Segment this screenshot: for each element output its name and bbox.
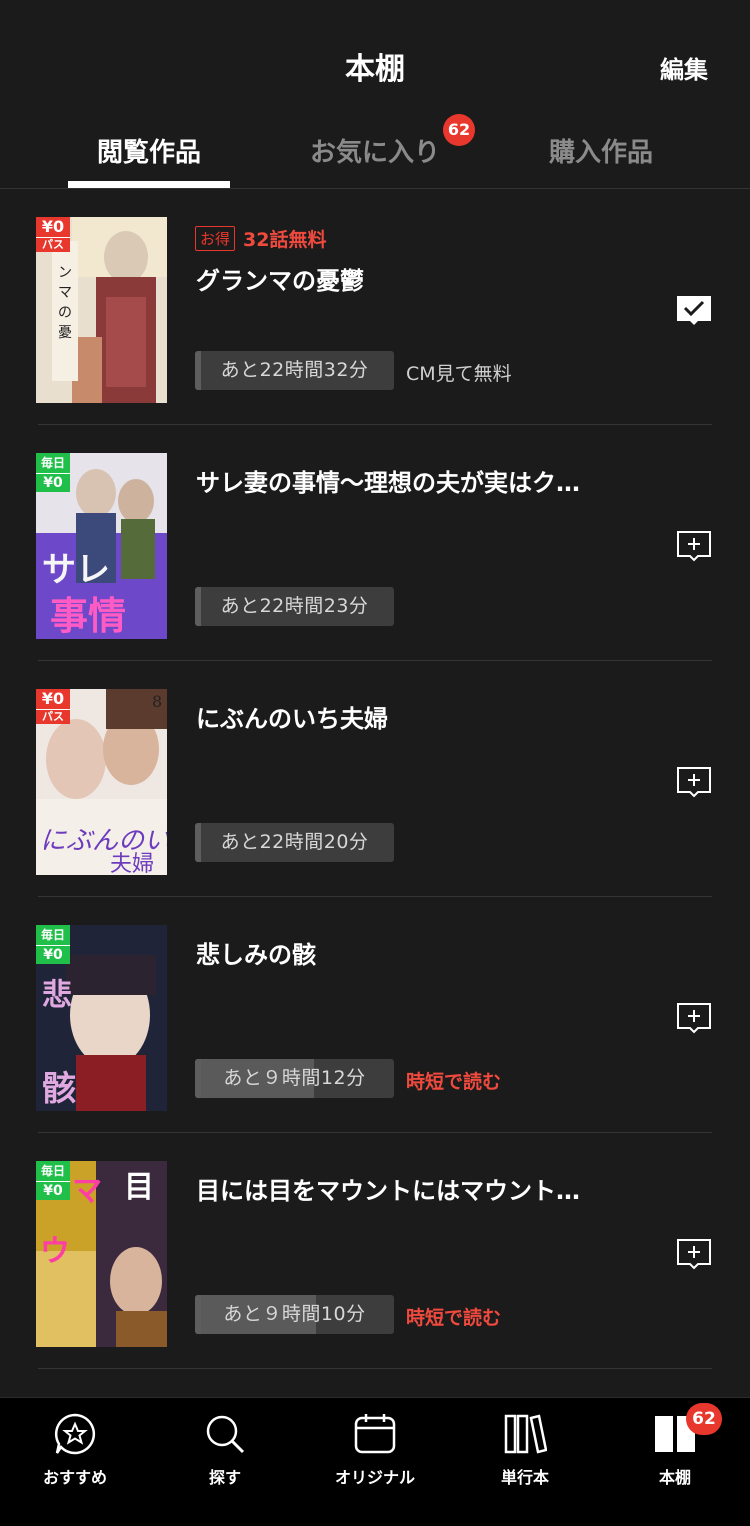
book-cover[interactable]: サレ 事情 毎日 ¥0 xyxy=(36,453,167,639)
cover-price-badge: 毎日 ¥0 xyxy=(36,453,70,492)
add-to-shelf-button[interactable] xyxy=(676,1001,712,1035)
nav-search[interactable]: 探す xyxy=(150,1398,300,1498)
svg-text:ン: ン xyxy=(58,265,72,281)
add-to-shelf-icon xyxy=(677,531,711,562)
free-timer: あと９時間12分 xyxy=(195,1059,394,1098)
recommend-icon xyxy=(54,1413,96,1455)
tab-bar: 閲覧作品 お気に入り 購入作品 xyxy=(0,118,750,188)
book-title[interactable]: サレ妻の事情〜理想の夫が実はク… xyxy=(196,463,626,498)
nav-bookshelf[interactable]: 本棚 xyxy=(600,1398,750,1498)
book-row[interactable]: サレ 事情 毎日 ¥0 サレ妻の事情〜理想の夫が実はク… あと22時間23分 xyxy=(0,425,750,661)
check-icon xyxy=(677,296,711,325)
read-fast-link[interactable]: 時短で読む xyxy=(406,1303,501,1330)
add-to-shelf-icon xyxy=(677,1239,711,1270)
books-icon xyxy=(504,1414,547,1454)
bookshelf-count-badge: 62 xyxy=(686,1403,722,1435)
calendar-icon xyxy=(354,1414,396,1454)
deal-info: お得 32話無料 xyxy=(195,225,326,252)
svg-text:憂: 憂 xyxy=(58,325,72,341)
book-title[interactable]: グランマの憂鬱 xyxy=(196,261,626,296)
free-timer: あと22時間20分 xyxy=(195,823,394,862)
add-to-shelf-icon xyxy=(677,1003,711,1034)
book-title[interactable]: にぶんのいち夫婦 xyxy=(196,699,626,734)
book-cover[interactable]: ン マ の 憂 ¥0 パス xyxy=(36,217,167,403)
book-row[interactable]: ン マ の 憂 ¥0 パス お得 32話無料 グランマの憂鬱 あと22時間32分… xyxy=(0,189,750,425)
header: 本棚 編集 閲覧作品 お気に入り 購入作品 62 xyxy=(0,0,750,190)
book-title[interactable]: 目には目をマウントにはマウント… xyxy=(196,1171,626,1206)
row-divider xyxy=(38,1368,712,1369)
add-to-shelf-button[interactable] xyxy=(676,1237,712,1271)
bottom-nav: おすすめ 探す オリジナル 単行本 本棚 xyxy=(0,1397,750,1526)
svg-text:マ: マ xyxy=(58,285,72,301)
free-timer: あと22時間32分 xyxy=(195,351,394,390)
active-tab-indicator xyxy=(68,181,230,188)
svg-text:骸: 骸 xyxy=(42,1069,76,1109)
svg-text:悲: 悲 xyxy=(42,978,72,1013)
nav-recommend[interactable]: おすすめ xyxy=(0,1398,150,1498)
book-row[interactable]: 悲 骸 毎日 ¥0 悲しみの骸 あと９時間12分 時短で読む xyxy=(0,897,750,1133)
watch-cm-free-link[interactable]: CM見て無料 xyxy=(406,359,512,386)
shelf-added-button[interactable] xyxy=(676,293,712,327)
edit-button[interactable]: 編集 xyxy=(660,50,708,85)
svg-text:の: の xyxy=(58,305,72,321)
add-to-shelf-button[interactable] xyxy=(676,529,712,563)
svg-text:夫婦: 夫婦 xyxy=(110,852,154,875)
nav-original[interactable]: オリジナル xyxy=(300,1398,450,1498)
book-cover[interactable]: にぶんのいち 夫婦 8 ¥0 パス xyxy=(36,689,167,875)
cover-price-badge: 毎日 ¥0 xyxy=(36,1161,70,1200)
tab-viewed[interactable]: 閲覧作品 xyxy=(36,132,262,169)
book-row[interactable]: にぶんのいち 夫婦 8 ¥0 パス にぶんのいち夫婦 あと22時間20分 xyxy=(0,661,750,897)
nav-tankobon[interactable]: 単行本 xyxy=(450,1398,600,1498)
tab-purchased[interactable]: 購入作品 xyxy=(488,132,714,169)
cover-price-badge: 毎日 ¥0 xyxy=(36,925,70,964)
svg-text:ウ: ウ xyxy=(40,1234,70,1269)
favorites-count-badge: 62 xyxy=(443,114,475,146)
svg-text:マ: マ xyxy=(72,1174,102,1209)
book-cover[interactable]: マ ウ 目 毎日 ¥0 xyxy=(36,1161,167,1347)
free-timer: あと22時間23分 xyxy=(195,587,394,626)
svg-text:目: 目 xyxy=(124,1170,154,1205)
svg-text:サレ: サレ xyxy=(42,550,110,590)
cover-price-badge: ¥0 パス xyxy=(36,217,70,252)
book-title[interactable]: 悲しみの骸 xyxy=(196,935,626,970)
free-timer: あと９時間10分 xyxy=(195,1295,394,1334)
book-cover[interactable]: 悲 骸 毎日 ¥0 xyxy=(36,925,167,1111)
page-title: 本棚 xyxy=(345,52,405,87)
read-fast-link[interactable]: 時短で読む xyxy=(406,1067,501,1094)
search-icon xyxy=(206,1415,245,1454)
svg-text:8: 8 xyxy=(152,692,162,711)
cover-price-badge: ¥0 パス xyxy=(36,689,70,724)
svg-text:事情: 事情 xyxy=(50,594,126,638)
deal-tag: お得 xyxy=(195,226,236,251)
add-to-shelf-icon xyxy=(677,767,711,798)
book-row[interactable]: マ ウ 目 毎日 ¥0 目には目をマウントにはマウント… あと９時間10分 時短… xyxy=(0,1133,750,1369)
add-to-shelf-button[interactable] xyxy=(676,765,712,799)
free-episodes-text: 32話無料 xyxy=(243,229,327,251)
